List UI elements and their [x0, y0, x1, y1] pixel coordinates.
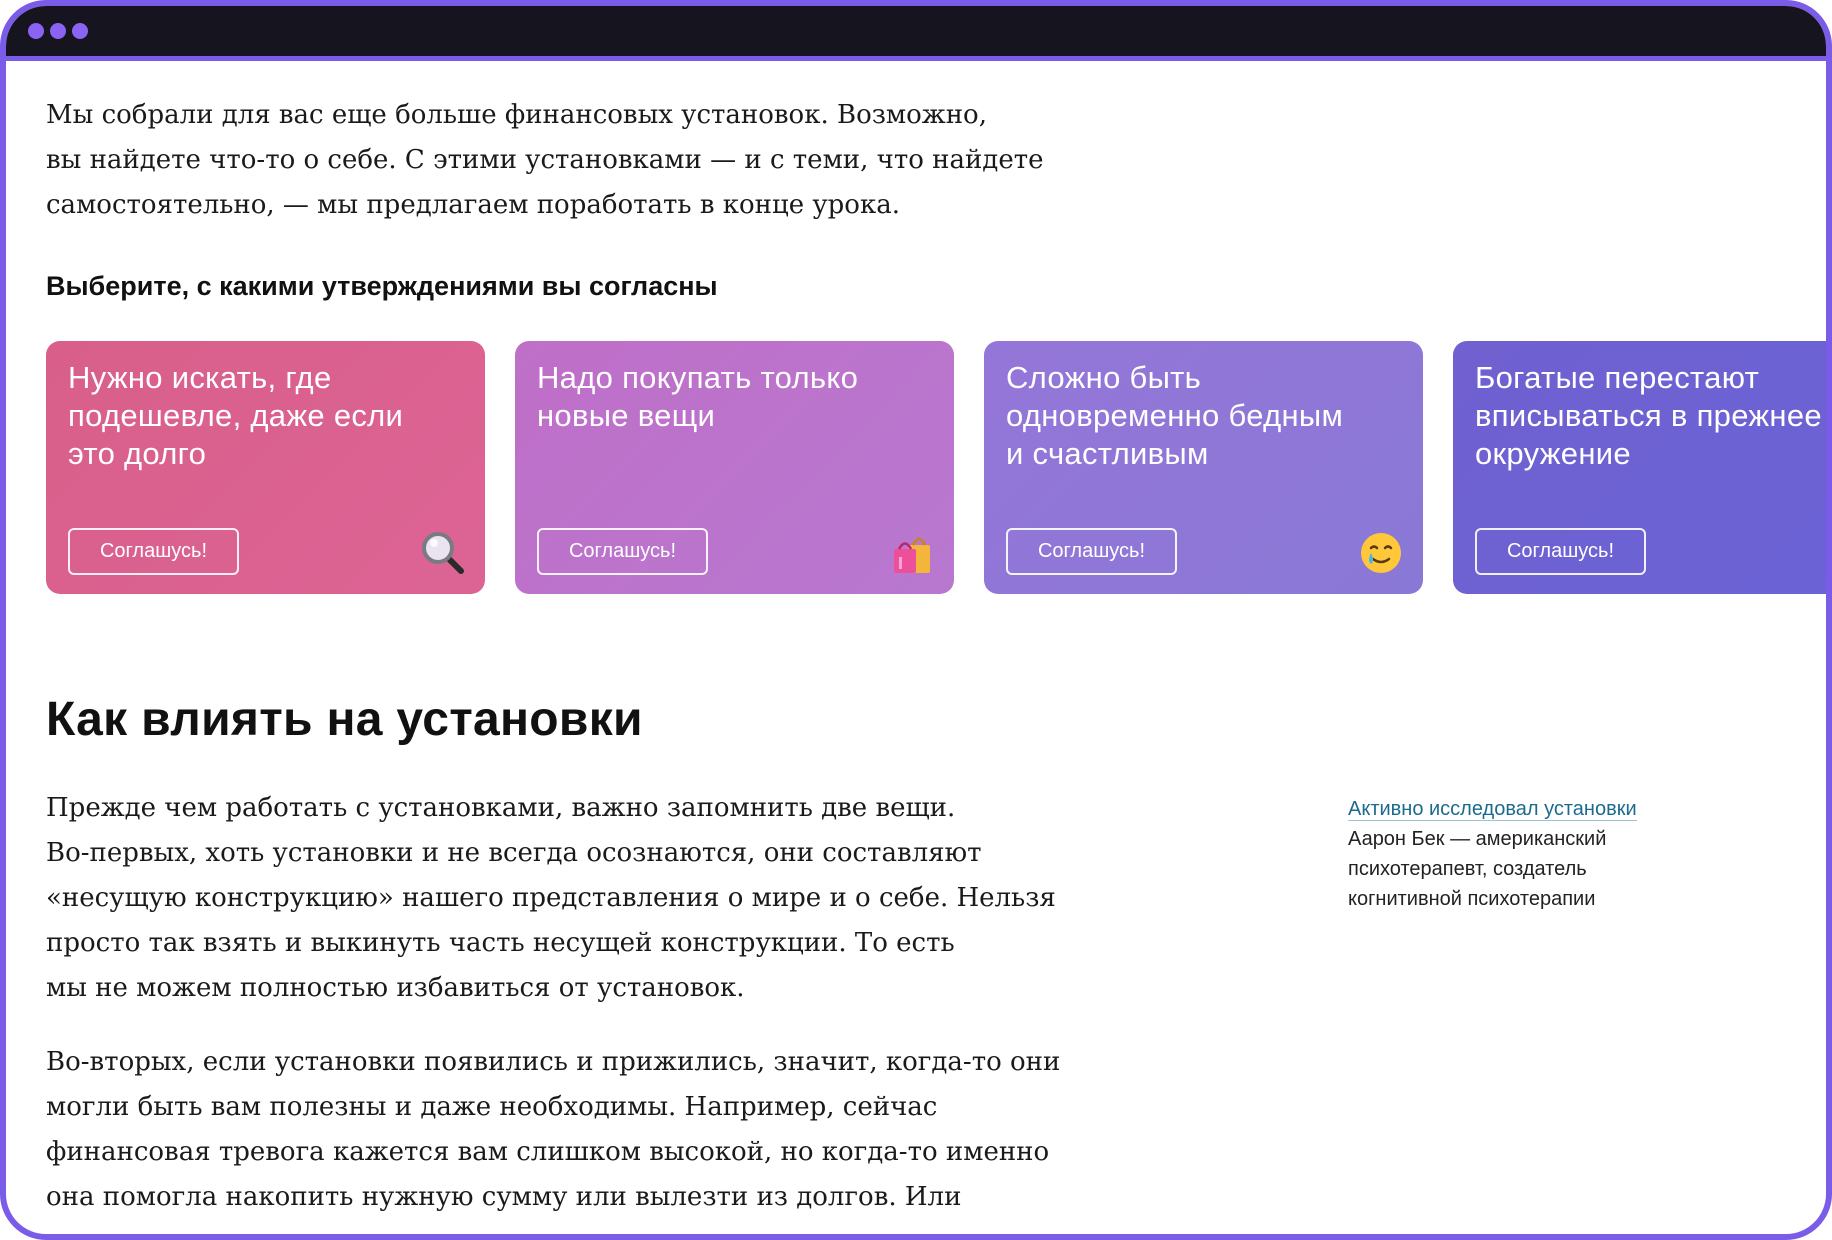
cards-heading: Выберите, с какими утверждениями вы согл…: [46, 271, 718, 301]
statement-card: Богатые перестают вписываться в прежнее …: [1453, 341, 1826, 594]
paragraph-line: могли быть вам полезны и даже необходимы…: [46, 1092, 938, 1122]
browser-frame: Мы собрали для вас еще больше финансовых…: [0, 0, 1832, 1240]
agree-button[interactable]: Соглашусь!: [537, 528, 708, 575]
agree-button[interactable]: Соглашусь!: [68, 528, 239, 575]
sidenote-line: психотерапевт, создатель: [1348, 858, 1587, 880]
section-title: Как влиять на установки: [46, 693, 643, 746]
magnifying-glass-icon: [422, 532, 464, 574]
paragraph-line: просто так взять и выкинуть часть несуще…: [46, 928, 955, 958]
statement-cards: Нужно искать, где подешевле, даже если э…: [46, 341, 1826, 594]
browser-window: Мы собрали для вас еще больше финансовых…: [6, 6, 1826, 1234]
intro-line: вы найдете что-то о себе. С этими устано…: [46, 145, 1044, 175]
card-statement: Богатые перестают вписываться в прежнее …: [1475, 360, 1822, 471]
sidenote-link[interactable]: Активно исследовал установки: [1348, 798, 1637, 821]
paragraph-line: финансовая тревога кажется вам слишком в…: [46, 1137, 1050, 1167]
body-paragraph: Во-вторых, если установки появились и пр…: [46, 1040, 1146, 1220]
intro-line: Мы собрали для вас еще больше финансовых…: [46, 100, 987, 130]
page-content: Мы собрали для вас еще больше финансовых…: [6, 61, 1826, 1234]
shopping-bags-icon: [894, 537, 930, 573]
body-paragraph: Прежде чем работать с установками, важно…: [46, 786, 1146, 1011]
sidenote: Активно исследовал установки Аарон Бек —…: [1348, 794, 1678, 914]
card-statement: Нужно искать, где подешевле, даже если э…: [68, 360, 404, 471]
paragraph-line: Прежде чем работать с установками, важно…: [46, 793, 956, 823]
smiling-face-with-tear-icon: [1361, 533, 1401, 573]
title-bar: [6, 6, 1826, 61]
paragraph-line: «несущую конструкцию» нашего представлен…: [46, 883, 1056, 913]
statement-card: Нужно искать, где подешевле, даже если э…: [46, 341, 485, 594]
window-dot-2[interactable]: [50, 23, 66, 39]
agree-button[interactable]: Соглашусь!: [1006, 528, 1177, 575]
card-statement: Надо покупать только новые вещи: [537, 360, 859, 433]
intro-paragraph: Мы собрали для вас еще больше финансовых…: [46, 93, 1146, 228]
paragraph-line: она помогла накопить нужную сумму или вы…: [46, 1182, 962, 1212]
sidenote-line: Аарон Бек — американский: [1348, 828, 1607, 850]
window-dot-1[interactable]: [28, 23, 44, 39]
intro-line: самостоятельно, — мы предлагаем поработа…: [46, 190, 900, 220]
card-statement: Сложно быть одновременно бедным и счастл…: [1006, 360, 1344, 471]
agree-button[interactable]: Соглашусь!: [1475, 528, 1646, 575]
statement-card: Сложно быть одновременно бедным и счастл…: [984, 341, 1423, 594]
paragraph-line: мы не можем полностью избавиться от уста…: [46, 973, 745, 1003]
paragraph-line: Во-первых, хоть установки и не всегда ос…: [46, 838, 982, 868]
sidenote-line: когнитивной психотерапии: [1348, 888, 1596, 910]
window-dot-3[interactable]: [72, 23, 88, 39]
statement-card: Надо покупать только новые вещи Соглашус…: [515, 341, 954, 594]
paragraph-line: Во-вторых, если установки появились и пр…: [46, 1047, 1061, 1077]
